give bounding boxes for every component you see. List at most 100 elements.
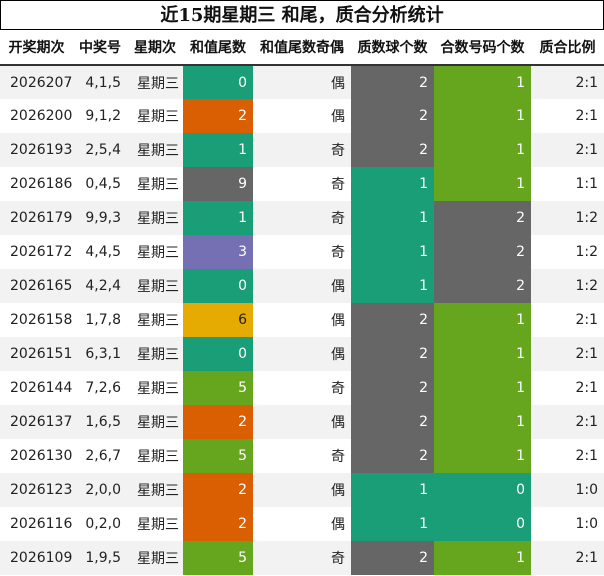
stats-table: 开奖期次 中奖号 星期次 和值尾数 和值尾数奇偶 质数球个数 合数号码个数 质合…	[0, 30, 604, 575]
row-ratio: 1:2	[531, 269, 604, 303]
row-ratio: 2:1	[531, 371, 604, 405]
row-sum-tail: 5	[183, 541, 253, 575]
row-tail-odd-even: 奇	[253, 235, 351, 269]
row-tail-odd-even: 偶	[253, 269, 351, 303]
row-issue: 2026193	[0, 133, 73, 167]
table-row: 2026186 0,4,5 星期三 9 奇 1 1 1:1	[0, 167, 604, 201]
row-prime-count: 1	[351, 507, 434, 541]
row-prime-count: 1	[351, 235, 434, 269]
row-ratio: 2:1	[531, 303, 604, 337]
row-ratio: 1:2	[531, 201, 604, 235]
row-weekday: 星期三	[127, 337, 183, 371]
row-numbers: 4,1,5	[73, 65, 127, 99]
row-composite-count: 2	[434, 201, 531, 235]
row-issue: 2026165	[0, 269, 73, 303]
row-sum-tail: 2	[183, 405, 253, 439]
page-title: 近15期星期三 和尾，质合分析统计	[0, 0, 604, 30]
row-tail-odd-even: 奇	[253, 167, 351, 201]
row-composite-count: 1	[434, 167, 531, 201]
row-numbers: 2,0,0	[73, 473, 127, 507]
row-ratio: 2:1	[531, 99, 604, 133]
row-tail-odd-even: 奇	[253, 201, 351, 235]
table-row: 2026144 7,2,6 星期三 5 奇 2 1 2:1	[0, 371, 604, 405]
table-row: 2026137 1,6,5 星期三 2 偶 2 1 2:1	[0, 405, 604, 439]
row-sum-tail: 5	[183, 439, 253, 473]
row-prime-count: 1	[351, 269, 434, 303]
row-weekday: 星期三	[127, 371, 183, 405]
row-ratio: 1:2	[531, 235, 604, 269]
row-prime-count: 2	[351, 65, 434, 99]
row-weekday: 星期三	[127, 99, 183, 133]
row-prime-count: 2	[351, 405, 434, 439]
row-composite-count: 1	[434, 303, 531, 337]
table-body: 2026207 4,1,5 星期三 0 偶 2 1 2:1 2026200 9,1,2 星期三 2 偶 2…	[0, 65, 604, 575]
row-numbers: 2,6,7	[73, 439, 127, 473]
row-sum-tail: 6	[183, 303, 253, 337]
row-composite-count: 0	[434, 507, 531, 541]
row-prime-count: 2	[351, 439, 434, 473]
row-composite-count: 1	[434, 405, 531, 439]
row-composite-count: 1	[434, 99, 531, 133]
header-composite-count: 合数号码个数	[434, 30, 531, 66]
row-composite-count: 2	[434, 269, 531, 303]
header-numbers: 中奖号	[73, 30, 127, 66]
row-tail-odd-even: 奇	[253, 541, 351, 575]
row-ratio: 2:1	[531, 541, 604, 575]
row-prime-count: 2	[351, 303, 434, 337]
row-prime-count: 2	[351, 99, 434, 133]
row-tail-odd-even: 偶	[253, 473, 351, 507]
row-numbers: 4,2,4	[73, 269, 127, 303]
row-tail-odd-even: 偶	[253, 405, 351, 439]
row-weekday: 星期三	[127, 541, 183, 575]
table-header-row: 开奖期次 中奖号 星期次 和值尾数 和值尾数奇偶 质数球个数 合数号码个数 质合…	[0, 30, 604, 66]
table-row: 2026165 4,2,4 星期三 0 偶 1 2 1:2	[0, 269, 604, 303]
row-sum-tail: 0	[183, 337, 253, 371]
row-issue: 2026179	[0, 201, 73, 235]
row-numbers: 0,4,5	[73, 167, 127, 201]
row-sum-tail: 1	[183, 201, 253, 235]
row-prime-count: 1	[351, 473, 434, 507]
row-sum-tail: 9	[183, 167, 253, 201]
row-issue: 2026109	[0, 541, 73, 575]
table-row: 2026109 1,9,5 星期三 5 奇 2 1 2:1	[0, 541, 604, 575]
row-tail-odd-even: 偶	[253, 303, 351, 337]
row-sum-tail: 2	[183, 99, 253, 133]
row-tail-odd-even: 偶	[253, 507, 351, 541]
header-sum-tail: 和值尾数	[183, 30, 253, 66]
row-composite-count: 0	[434, 473, 531, 507]
row-numbers: 2,5,4	[73, 133, 127, 167]
row-tail-odd-even: 偶	[253, 99, 351, 133]
row-numbers: 4,4,5	[73, 235, 127, 269]
header-issue: 开奖期次	[0, 30, 73, 66]
row-sum-tail: 0	[183, 65, 253, 99]
row-issue: 2026123	[0, 473, 73, 507]
row-numbers: 9,1,2	[73, 99, 127, 133]
stats-page: 近15期星期三 和尾，质合分析统计 开奖期次 中奖号 星期次 和值尾数 和值尾数…	[0, 0, 604, 576]
row-prime-count: 1	[351, 201, 434, 235]
row-numbers: 0,2,0	[73, 507, 127, 541]
row-weekday: 星期三	[127, 439, 183, 473]
header-tail-odd-even: 和值尾数奇偶	[253, 30, 351, 66]
table-row: 2026123 2,0,0 星期三 2 偶 1 0 1:0	[0, 473, 604, 507]
row-weekday: 星期三	[127, 473, 183, 507]
row-prime-count: 2	[351, 337, 434, 371]
row-numbers: 6,3,1	[73, 337, 127, 371]
row-numbers: 1,9,5	[73, 541, 127, 575]
row-ratio: 2:1	[531, 65, 604, 99]
row-composite-count: 1	[434, 133, 531, 167]
row-issue: 2026158	[0, 303, 73, 337]
row-tail-odd-even: 偶	[253, 65, 351, 99]
row-ratio: 1:0	[531, 473, 604, 507]
row-composite-count: 1	[434, 65, 531, 99]
row-weekday: 星期三	[127, 235, 183, 269]
table-row: 2026207 4,1,5 星期三 0 偶 2 1 2:1	[0, 65, 604, 99]
row-prime-count: 1	[351, 167, 434, 201]
row-ratio: 2:1	[531, 405, 604, 439]
row-tail-odd-even: 偶	[253, 337, 351, 371]
row-composite-count: 1	[434, 337, 531, 371]
row-issue: 2026207	[0, 65, 73, 99]
row-composite-count: 1	[434, 371, 531, 405]
row-issue: 2026144	[0, 371, 73, 405]
row-issue: 2026151	[0, 337, 73, 371]
row-weekday: 星期三	[127, 167, 183, 201]
